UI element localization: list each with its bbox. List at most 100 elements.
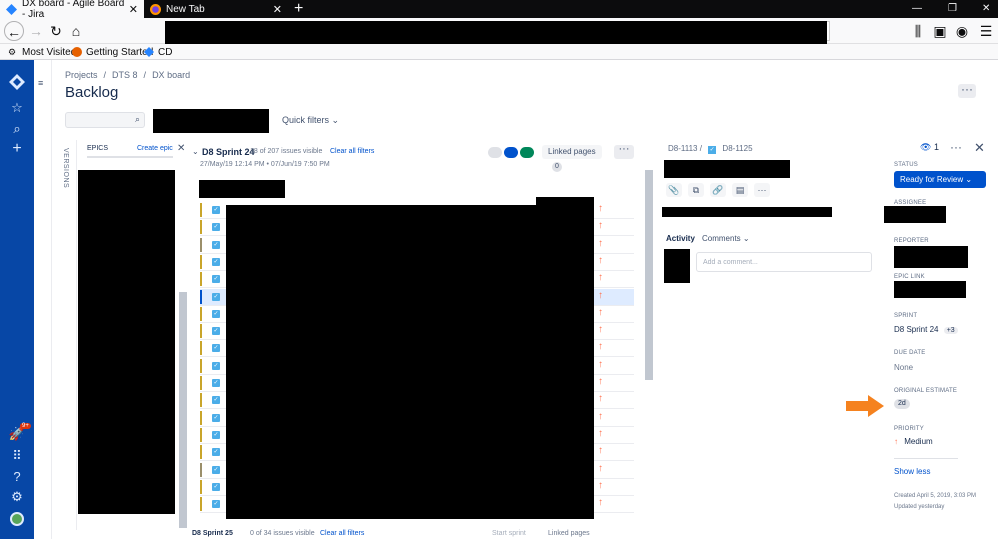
task-type-icon: ✓ <box>212 448 220 457</box>
create-icon[interactable]: + <box>0 140 34 158</box>
priority-high-icon: ↑ <box>598 306 603 318</box>
epic-color-bar <box>200 203 202 217</box>
versions-label: VERSIONS <box>62 148 69 189</box>
subtask-icon[interactable]: ⧉ <box>688 183 704 197</box>
close-window-icon[interactable]: ✕ <box>982 0 990 18</box>
comments-dropdown[interactable]: Comments ⌄ <box>702 234 750 243</box>
task-type-icon: ✓ <box>212 223 220 232</box>
epic-color-bar <box>200 376 202 390</box>
redacted-epics <box>78 170 175 514</box>
epics-divider <box>87 156 173 158</box>
reload-icon[interactable]: ↻ <box>46 21 66 41</box>
due-date-value[interactable]: None <box>894 363 913 372</box>
new-tab-button[interactable]: + <box>294 0 303 18</box>
browser-navbar: ← → ↻ ⌂ ⫼ ▣ ◉ ☰ <box>0 18 998 54</box>
backlog-scrollbar[interactable] <box>645 170 653 380</box>
clear-filters-link[interactable]: Clear all filters <box>330 148 374 155</box>
clear-filters-link[interactable]: Clear all filters <box>320 530 364 537</box>
firefox-favicon-icon <box>150 3 161 15</box>
status-dropdown[interactable]: Ready for Review ⌄ <box>894 171 986 188</box>
redacted-filter <box>153 109 269 133</box>
close-icon[interactable]: ✕ <box>177 143 185 154</box>
create-epic-link[interactable]: Create epic <box>137 145 173 152</box>
epic-color-bar <box>200 445 202 460</box>
search-icon[interactable]: ⌕ <box>0 121 34 137</box>
show-less-link[interactable]: Show less <box>894 467 930 476</box>
home-icon[interactable]: ⌂ <box>66 21 86 41</box>
task-type-icon: ✓ <box>212 327 220 336</box>
linked-pages-button[interactable]: Linked pages 0 <box>542 145 602 172</box>
breadcrumb-project[interactable]: DTS 8 <box>112 70 138 80</box>
jira-logo-icon[interactable] <box>9 74 25 90</box>
redacted-summary <box>664 160 790 178</box>
task-type-icon: ✓ <box>212 500 220 509</box>
avatar[interactable] <box>10 512 24 526</box>
restore-icon[interactable]: ❐ <box>948 0 957 18</box>
epic-color-bar <box>200 462 202 477</box>
close-icon[interactable]: ✕ <box>974 140 985 156</box>
search-icon: ⌕ <box>134 114 140 124</box>
minimize-icon[interactable]: — <box>912 0 922 18</box>
tab-jira[interactable]: DX board - Agile Board - Jira ✕ <box>0 0 144 20</box>
page-title: Backlog <box>65 84 119 101</box>
watch-count: 1 <box>933 142 939 152</box>
expand-sidebar-icon[interactable]: ≡ <box>38 78 43 88</box>
bookmark-getting-started[interactable]: Getting Started <box>72 44 153 60</box>
versions-panel-tab[interactable]: VERSIONS <box>60 140 76 530</box>
tab-new-tab[interactable]: New Tab ✕ <box>144 0 288 18</box>
comment-input[interactable]: Add a comment... <box>696 252 872 272</box>
priority-high-icon: ↑ <box>598 445 603 457</box>
help-icon[interactable]: ? <box>0 469 34 484</box>
more-icon[interactable]: ··· <box>754 183 770 197</box>
original-estimate-value[interactable]: 2d <box>894 399 910 409</box>
account-icon[interactable]: ◉ <box>952 21 972 41</box>
epic-color-bar <box>200 289 202 304</box>
issue-detail-panel: D8-1113 / ✓ D8-1125 👁 1 ··· ✕ 📎 ⧉ 🔗 ▤ ··… <box>658 140 998 539</box>
chevron-down-icon[interactable]: ⌄ <box>192 147 199 156</box>
page-icon[interactable]: ▤ <box>732 183 748 197</box>
breadcrumb-projects[interactable]: Projects <box>65 70 98 80</box>
epic-color-bar <box>200 272 202 287</box>
library-icon[interactable]: ⫼ <box>908 21 928 41</box>
close-tab-icon[interactable]: ✕ <box>273 3 282 16</box>
breadcrumb-board[interactable]: DX board <box>152 70 190 80</box>
linked-pages-count: 0 <box>552 162 562 172</box>
sprint-value[interactable]: D8 Sprint 24 +3 <box>894 325 958 334</box>
star-icon[interactable]: ☆ <box>0 100 34 116</box>
menu-icon[interactable]: ☰ <box>976 21 996 41</box>
back-icon[interactable]: ← <box>4 21 24 41</box>
attach-icon[interactable]: 📎 <box>666 183 682 197</box>
app-switcher-icon[interactable]: ⠿ <box>0 448 34 464</box>
board-more-button[interactable]: ··· <box>958 83 976 98</box>
redacted-description <box>662 207 832 217</box>
sprint-header: ⌄ D8 Sprint 24 18 of 207 issues visible … <box>192 144 636 175</box>
search-input[interactable]: ⌕ <box>65 112 145 128</box>
more-icon[interactable]: ··· <box>950 140 962 154</box>
sprint-more-button[interactable]: ··· <box>614 144 634 159</box>
quick-filters-dropdown[interactable]: Quick filters ⌄ <box>282 115 339 126</box>
epics-scrollbar[interactable] <box>179 292 187 528</box>
sprint-name[interactable]: D8 Sprint 24 <box>202 147 255 157</box>
issue-key[interactable]: D8-1125 <box>722 144 752 153</box>
task-type-icon: ✓ <box>212 344 220 353</box>
bookmark-cd[interactable]: CD <box>144 44 172 60</box>
sprint-value-text: D8 Sprint 24 <box>894 325 939 334</box>
sprint-name[interactable]: D8 Sprint 25 <box>192 530 233 537</box>
task-type-icon: ✓ <box>212 292 220 301</box>
divider <box>894 458 958 459</box>
watch-button[interactable]: 👁 1 <box>920 142 939 153</box>
close-tab-icon[interactable]: ✕ <box>129 3 138 16</box>
forward-icon[interactable]: → <box>26 21 46 41</box>
parent-issue-key[interactable]: D8-1113 <box>668 144 698 153</box>
epic-color-bar <box>200 479 202 494</box>
start-sprint-button[interactable]: Start sprint <box>492 530 526 537</box>
priority-value[interactable]: ↑ Medium <box>894 437 933 446</box>
redacted-sprint-goal <box>199 180 285 198</box>
linked-pages-button[interactable]: Linked pages <box>548 530 590 537</box>
bookmark-most-visited[interactable]: ⚙ Most Visited <box>8 44 76 60</box>
task-type-icon: ✓ <box>212 396 220 405</box>
link-icon[interactable]: 🔗 <box>710 183 726 197</box>
epic-color-bar <box>200 427 202 442</box>
sidebar-toggle-icon[interactable]: ▣ <box>930 21 950 41</box>
settings-gear-icon[interactable]: ⚙ <box>0 489 34 505</box>
